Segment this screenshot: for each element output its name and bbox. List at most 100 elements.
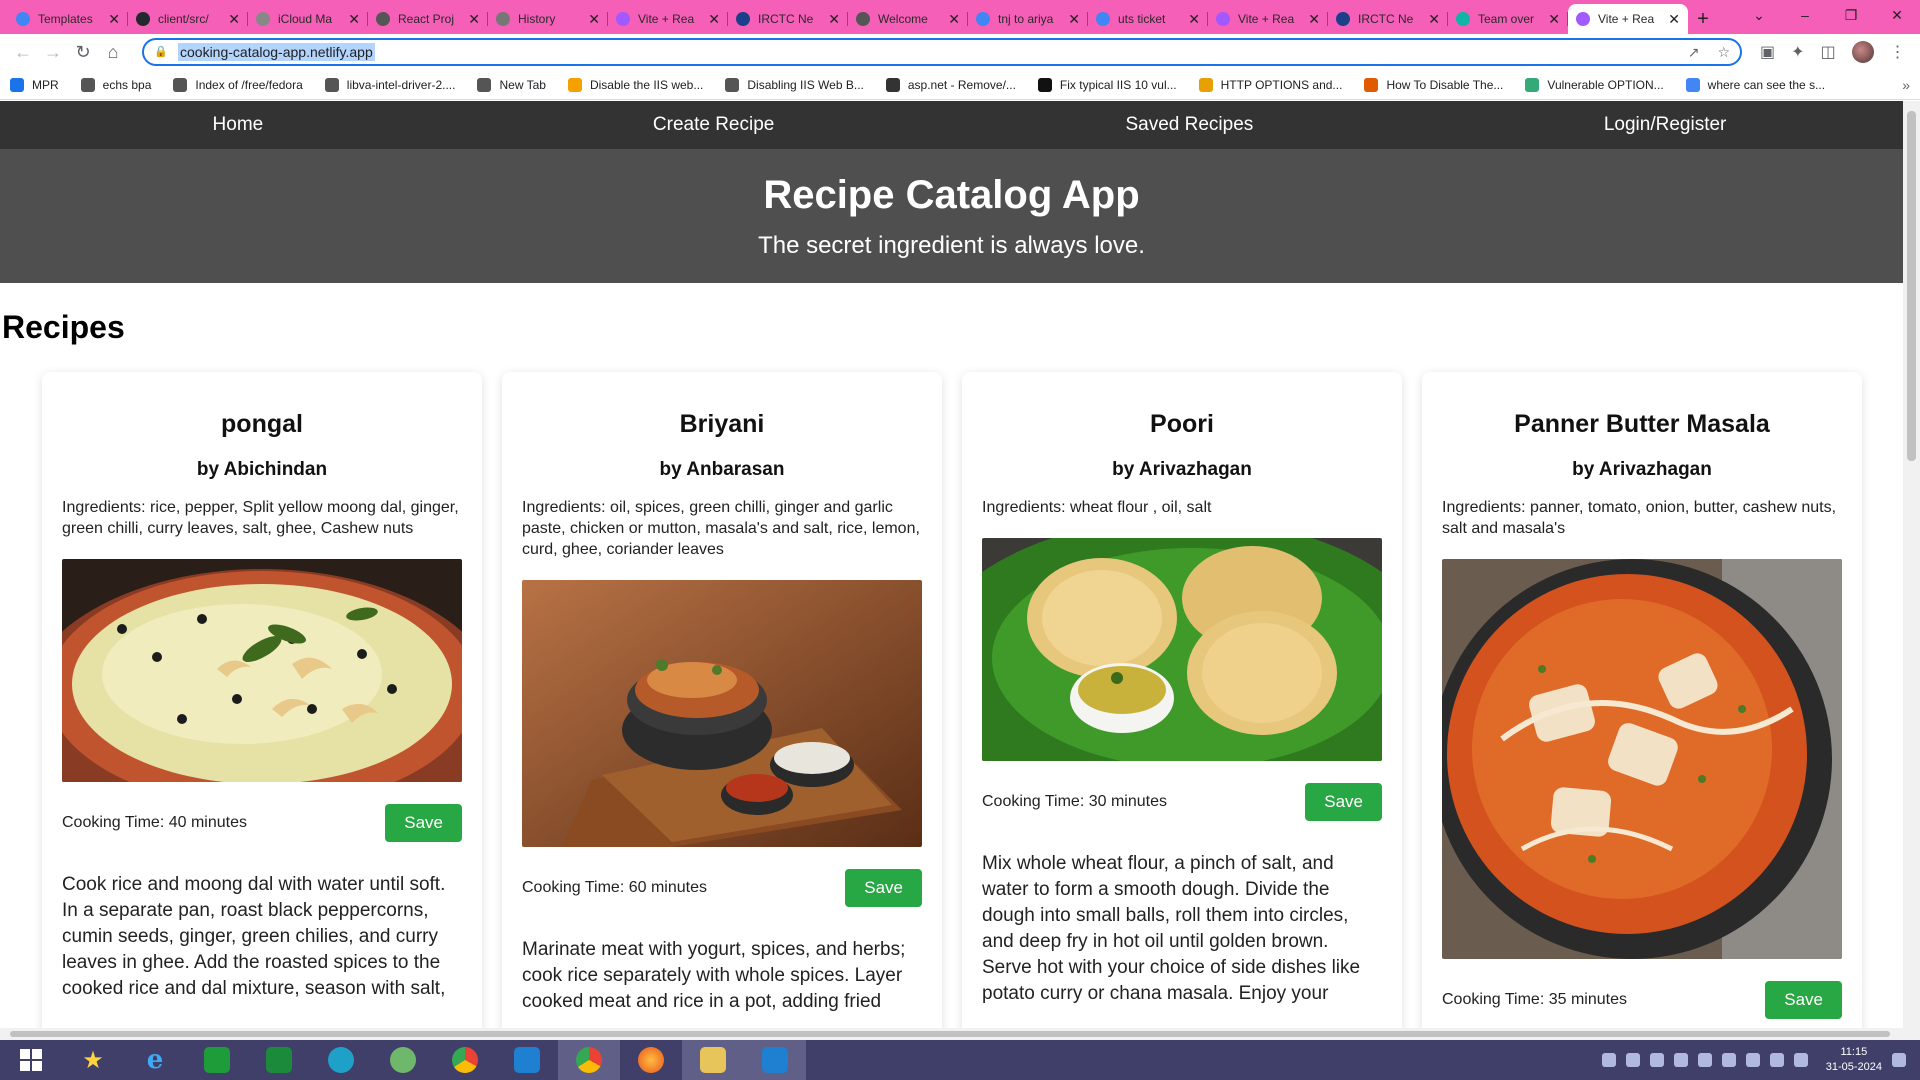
tray-icon[interactable] — [1601, 1053, 1616, 1067]
taskbar-firefox-icon[interactable] — [620, 1040, 682, 1080]
recipe-ingredients: Ingredients: panner, tomato, onion, butt… — [1442, 499, 1837, 537]
bookmark-item[interactable]: HTTP OPTIONS and... — [1198, 77, 1342, 92]
bookmark-item[interactable]: where can see the s... — [1685, 77, 1825, 92]
address-bar[interactable]: 🔒 cooking-catalog-app.netlify.app ↗ ☆ — [142, 38, 1742, 66]
browser-tab[interactable]: Welcome ✕ — [848, 4, 968, 34]
browser-tab[interactable]: Team over ✕ — [1448, 4, 1568, 34]
volume-icon[interactable] — [1793, 1053, 1808, 1067]
home-button[interactable]: ⌂ — [98, 37, 128, 67]
tab-close-icon[interactable]: ✕ — [1068, 11, 1080, 28]
tab-close-icon[interactable]: ✕ — [1668, 11, 1680, 28]
browser-tab[interactable]: iCloud Ma ✕ — [248, 4, 368, 34]
minimize-button[interactable]: – — [1782, 0, 1828, 30]
tab-close-icon[interactable]: ✕ — [1428, 11, 1440, 28]
taskbar-chrome-active-icon[interactable] — [558, 1040, 620, 1080]
taskbar-spreadsheet-icon[interactable] — [248, 1040, 310, 1080]
browser-tab[interactable]: uts ticket ✕ — [1088, 4, 1208, 34]
scrollbar-thumb[interactable] — [1907, 111, 1916, 461]
scrollbar-thumb[interactable] — [10, 1031, 1890, 1037]
lock-icon[interactable]: 🔒 — [154, 45, 168, 59]
vertical-scrollbar[interactable] — [1903, 101, 1920, 1028]
nav-saved-recipes-link[interactable]: Saved Recipes — [952, 114, 1428, 136]
tray-icon[interactable] — [1649, 1053, 1664, 1067]
tab-close-icon[interactable]: ✕ — [1548, 11, 1560, 28]
browser-tab[interactable]: client/src/ ✕ — [128, 4, 248, 34]
picture-in-picture-icon[interactable]: ▣ — [1760, 42, 1775, 62]
recipe-card: Briyani by Anbarasan Ingredients: oil, s… — [502, 372, 942, 1028]
close-window-button[interactable]: ✕ — [1874, 0, 1920, 30]
bookmark-item[interactable]: MPR — [10, 77, 59, 92]
tab-close-icon[interactable]: ✕ — [108, 11, 120, 28]
bookmark-item[interactable]: How To Disable The... — [1364, 77, 1503, 92]
taskbar-star-app-icon[interactable]: ★ — [62, 1040, 124, 1080]
bookmark-item[interactable]: echs bpa — [80, 77, 151, 92]
bookmark-item[interactable]: New Tab — [477, 77, 546, 92]
taskbar-store-icon[interactable] — [186, 1040, 248, 1080]
tab-close-icon[interactable]: ✕ — [828, 11, 840, 28]
browser-tab[interactable]: History ✕ — [488, 4, 608, 34]
taskbar-edge-icon[interactable] — [310, 1040, 372, 1080]
tab-close-icon[interactable]: ✕ — [1308, 11, 1320, 28]
address-bar-url[interactable]: cooking-catalog-app.netlify.app — [178, 43, 375, 61]
browser-tab[interactable]: Vite + Rea ✕ — [608, 4, 728, 34]
bookmark-item[interactable]: Disable the IIS web... — [567, 77, 703, 92]
bookmark-item[interactable]: asp.net - Remove/... — [885, 77, 1016, 92]
browser-tab[interactable]: tnj to ariya ✕ — [968, 4, 1088, 34]
tab-close-icon[interactable]: ✕ — [708, 11, 720, 28]
tab-search-icon[interactable]: ⌄ — [1736, 0, 1782, 30]
tab-close-icon[interactable]: ✕ — [468, 11, 480, 28]
bookmarks-overflow-icon[interactable]: » — [1902, 77, 1910, 93]
tray-icon[interactable] — [1745, 1053, 1760, 1067]
tray-icon[interactable] — [1673, 1053, 1688, 1067]
notification-icon[interactable] — [1892, 1053, 1906, 1067]
reload-button[interactable]: ↻ — [68, 37, 98, 67]
browser-tab[interactable]: IRCTC Ne ✕ — [728, 4, 848, 34]
tray-icon[interactable] — [1721, 1053, 1736, 1067]
taskbar-ie-icon[interactable]: e — [124, 1040, 186, 1080]
bookmark-item[interactable]: libva-intel-driver-2.... — [324, 77, 455, 92]
taskbar-globe-icon[interactable] — [372, 1040, 434, 1080]
bookmark-item[interactable]: Index of /free/fedora — [173, 77, 303, 92]
save-recipe-button[interactable]: Save — [385, 804, 462, 842]
browser-tab[interactable]: Vite + Rea ✕ — [1568, 4, 1688, 34]
nav-login-register-link[interactable]: Login/Register — [1427, 114, 1903, 136]
bookmark-item[interactable]: Fix typical IIS 10 vul... — [1037, 77, 1177, 92]
new-tab-button[interactable]: + — [1688, 4, 1718, 34]
extensions-icon[interactable]: ✦ — [1791, 42, 1804, 62]
start-button[interactable] — [0, 1040, 62, 1080]
side-panel-icon[interactable]: ◫ — [1821, 42, 1836, 62]
save-recipe-button[interactable]: Save — [1305, 783, 1382, 821]
save-recipe-button[interactable]: Save — [1765, 981, 1842, 1019]
nav-create-recipe-link[interactable]: Create Recipe — [476, 114, 952, 136]
back-button[interactable]: ← — [8, 37, 38, 67]
taskbar-vscode-active-icon[interactable] — [744, 1040, 806, 1080]
share-icon[interactable]: ↗ — [1688, 44, 1700, 61]
network-icon[interactable] — [1769, 1053, 1784, 1067]
taskbar-chrome-icon[interactable] — [434, 1040, 496, 1080]
bookmark-star-icon[interactable]: ☆ — [1717, 44, 1730, 61]
taskbar-file-explorer-icon[interactable] — [682, 1040, 744, 1080]
tab-close-icon[interactable]: ✕ — [588, 11, 600, 28]
browser-tab[interactable]: IRCTC Ne ✕ — [1328, 4, 1448, 34]
taskbar-vscode-icon[interactable] — [496, 1040, 558, 1080]
forward-button[interactable]: → — [38, 37, 68, 67]
bookmark-item[interactable]: Disabling IIS Web B... — [725, 77, 864, 92]
menu-icon[interactable]: ⋮ — [1890, 42, 1906, 62]
browser-tab[interactable]: Vite + Rea ✕ — [1208, 4, 1328, 34]
profile-avatar[interactable] — [1851, 41, 1874, 63]
system-clock[interactable]: 11:15 31-05-2024 — [1826, 1045, 1882, 1075]
tab-close-icon[interactable]: ✕ — [348, 11, 360, 28]
browser-tab[interactable]: React Proj ✕ — [368, 4, 488, 34]
tab-close-icon[interactable]: ✕ — [948, 11, 960, 28]
tab-close-icon[interactable]: ✕ — [228, 11, 240, 28]
browser-tab[interactable]: Templates ✕ — [8, 4, 128, 34]
save-recipe-button[interactable]: Save — [845, 869, 922, 907]
tab-close-icon[interactable]: ✕ — [1188, 11, 1200, 28]
nav-home-link[interactable]: Home — [0, 114, 476, 136]
tray-icon[interactable] — [1697, 1053, 1712, 1067]
bookmark-item[interactable]: Vulnerable OPTION... — [1525, 77, 1664, 92]
maximize-button[interactable]: ❐ — [1828, 0, 1874, 30]
tray-icon[interactable] — [1625, 1053, 1640, 1067]
tab-favicon-icon — [1456, 12, 1470, 26]
horizontal-scrollbar[interactable] — [0, 1028, 1920, 1040]
